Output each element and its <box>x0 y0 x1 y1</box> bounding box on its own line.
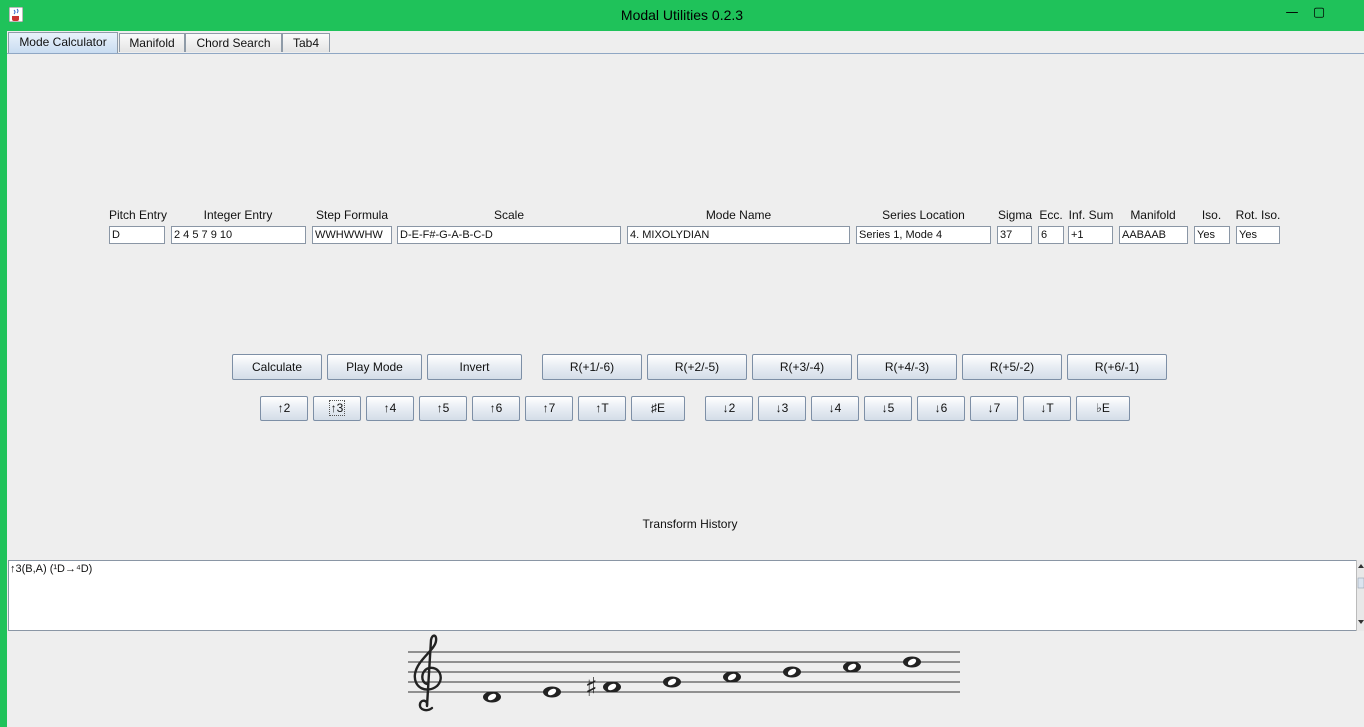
invert-button[interactable]: Invert <box>427 354 522 380</box>
sigma-field[interactable]: 37 <box>997 226 1032 244</box>
raise-6-button[interactable]: ↑6 <box>472 396 520 421</box>
raise-t-button[interactable]: ↑T <box>578 396 626 421</box>
iso-field[interactable]: Yes <box>1194 226 1230 244</box>
staff-notation: ♯ <box>408 634 960 712</box>
manifold-field[interactable]: AABAAB <box>1119 226 1188 244</box>
integer-entry-field[interactable]: 2 4 5 7 9 10 <box>171 226 306 244</box>
window-left-border <box>0 31 7 727</box>
rotate-4-button[interactable]: R(+4/-3) <box>857 354 957 380</box>
treble-clef-icon <box>413 634 442 712</box>
manifold-label: Manifold <box>1130 208 1176 222</box>
mode-name-label: Mode Name <box>705 208 772 222</box>
lower-t-button[interactable]: ↓T <box>1023 396 1071 421</box>
lower-6-button[interactable]: ↓6 <box>917 396 965 421</box>
history-scrollbar[interactable] <box>1356 560 1364 631</box>
integer-entry-label: Integer Entry <box>203 208 273 222</box>
rot-iso-field[interactable]: Yes <box>1236 226 1280 244</box>
pitch-entry-field[interactable]: D <box>109 226 165 244</box>
series-location-label: Series Location <box>882 208 965 222</box>
transform-history-label: Transform History <box>642 517 738 531</box>
title-bar: Modal Utilities 0.2.3 — ▢ <box>0 0 1364 31</box>
inf-sum-label: Inf. Sum <box>1068 208 1114 222</box>
rot-iso-label: Rot. Iso. <box>1235 208 1281 222</box>
scale-field[interactable]: D-E-F#-G-A-B-C-D <box>397 226 621 244</box>
tab-chord-search[interactable]: Chord Search <box>185 33 282 52</box>
rotate-2-button[interactable]: R(+2/-5) <box>647 354 747 380</box>
raise-2-button[interactable]: ↑2 <box>260 396 308 421</box>
sharp-e-button[interactable]: ♯E <box>631 396 685 421</box>
pitch-entry-label: Pitch Entry <box>108 208 168 222</box>
inf-sum-field[interactable]: +1 <box>1068 226 1113 244</box>
lower-3-button[interactable]: ↓3 <box>758 396 806 421</box>
lower-7-button[interactable]: ↓7 <box>970 396 1018 421</box>
sharp-accidental: ♯ <box>585 673 598 703</box>
lower-5-button[interactable]: ↓5 <box>864 396 912 421</box>
transform-history-area[interactable]: ↑3(B,A) (¹D→⁴D) <box>8 560 1357 631</box>
history-entry: ↑3(B,A) (¹D→⁴D) <box>10 563 93 575</box>
scrollbar-arrows-icon <box>1357 564 1364 624</box>
tab-manifold[interactable]: Manifold <box>119 33 185 52</box>
minimize-button[interactable]: — <box>1281 4 1303 22</box>
ecc-field[interactable]: 6 <box>1038 226 1064 244</box>
step-formula-field[interactable]: WWHWWHW <box>312 226 392 244</box>
lower-2-button[interactable]: ↓2 <box>705 396 753 421</box>
raise-3-button[interactable]: ↑3 <box>313 396 361 421</box>
raise-3-label: ↑3 <box>328 400 346 416</box>
window-title: Modal Utilities 0.2.3 <box>620 7 744 23</box>
lower-4-button[interactable]: ↓4 <box>811 396 859 421</box>
tab-mode-calculator[interactable]: Mode Calculator <box>8 32 118 53</box>
ecc-label: Ecc. <box>1039 208 1063 222</box>
raise-7-button[interactable]: ↑7 <box>525 396 573 421</box>
sigma-label: Sigma <box>997 208 1032 222</box>
raise-4-button[interactable]: ↑4 <box>366 396 414 421</box>
play-mode-button[interactable]: Play Mode <box>327 354 422 380</box>
scale-label: Scale <box>493 208 525 222</box>
maximize-button[interactable]: ▢ <box>1308 4 1330 22</box>
flat-e-button[interactable]: ♭E <box>1076 396 1130 421</box>
tab-tab4[interactable]: Tab4 <box>282 33 330 52</box>
rotate-5-button[interactable]: R(+5/-2) <box>962 354 1062 380</box>
raise-5-button[interactable]: ↑5 <box>419 396 467 421</box>
scale-notes <box>483 656 921 703</box>
series-location-field[interactable]: Series 1, Mode 4 <box>856 226 991 244</box>
step-formula-label: Step Formula <box>315 208 389 222</box>
tab-strip: Mode Calculator Manifold Chord Search Ta… <box>7 31 1364 55</box>
iso-label: Iso. <box>1201 208 1222 222</box>
rotate-3-button[interactable]: R(+3/-4) <box>752 354 852 380</box>
mode-name-field[interactable]: 4. MIXOLYDIAN <box>627 226 850 244</box>
rotate-1-button[interactable]: R(+1/-6) <box>542 354 642 380</box>
rotate-6-button[interactable]: R(+6/-1) <box>1067 354 1167 380</box>
calculate-button[interactable]: Calculate <box>232 354 322 380</box>
